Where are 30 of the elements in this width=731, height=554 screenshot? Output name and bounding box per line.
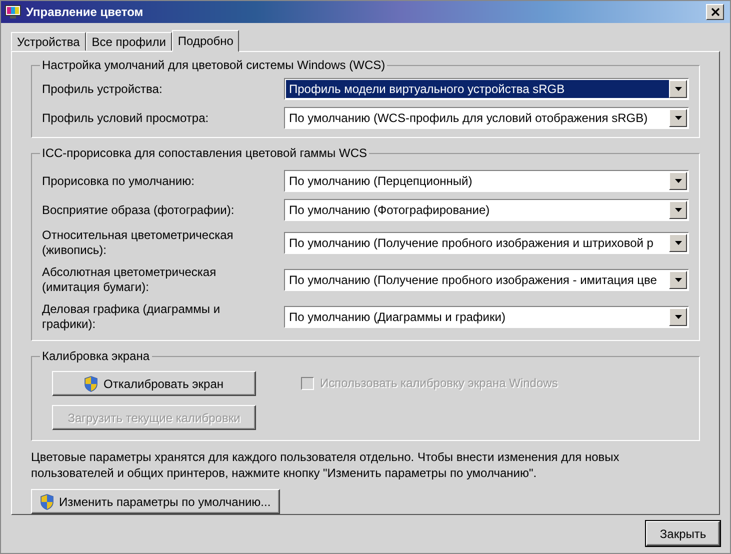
field-label: Относительная цветометрическая (живопись):: [42, 228, 234, 258]
group-title: Калибровка экрана: [41, 349, 151, 363]
change-defaults-button[interactable]: Изменить параметры по умолчанию...: [31, 489, 280, 514]
field-label: Абсолютная цветометрическая (имитация бумаги):: [42, 265, 218, 295]
group-title: Настройка умолчаний для цветовой системы Windows (WCS): [41, 58, 386, 72]
shield-icon: [84, 376, 98, 392]
field-label: Восприятие образа (фотографии):: [42, 202, 236, 218]
close-dialog-button[interactable]: Закрыть: [646, 521, 720, 546]
group-title: ICC-прорисовка для сопоставления цветовой гаммы WCS: [41, 146, 368, 160]
dropdown[interactable]: По умолчанию (Получение пробного изображения и штриховой р: [284, 232, 689, 254]
dropdown[interactable]: По умолчанию (WCS-профиль для условий отображения sRGB): [284, 107, 689, 129]
field-label: Деловая графика (диаграммы и графики):: [42, 302, 222, 332]
dropdown[interactable]: Профиль модели виртуального устройства sRGB: [284, 78, 689, 100]
field-label: Профиль условий просмотра:: [42, 110, 210, 126]
dropdown[interactable]: По умолчанию (Фотографирование): [284, 199, 689, 221]
dropdown[interactable]: По умолчанию (Диаграммы и графики): [284, 306, 689, 328]
tab[interactable]: Подробно: [172, 30, 240, 52]
shield-icon: [40, 494, 54, 510]
window-title: Управление цветом: [26, 5, 144, 19]
close-button[interactable]: [706, 4, 724, 20]
monitor-icon: [5, 5, 21, 19]
field-label: Прорисовка по умолчанию:: [42, 174, 196, 188]
tab[interactable]: Все профили: [86, 32, 172, 51]
dropdown[interactable]: По умолчанию (Получение пробного изображения - имитация цве: [284, 269, 689, 291]
info-text: Цветовые параметры хранятся для каждого пользователя отдельно. Чтобы внести изменения для новых пользователей и общих принтеров, нажмите кнопку "Изменить параметры по умолчанию".: [31, 449, 620, 481]
field-label: Профиль устройства:: [42, 82, 164, 96]
tab[interactable]: Устройства: [11, 32, 86, 51]
close-icon: [710, 8, 720, 16]
dropdown[interactable]: По умолчанию (Перцепционный): [284, 170, 689, 192]
calibration-button[interactable]: Откалибровать экран: [52, 371, 256, 396]
